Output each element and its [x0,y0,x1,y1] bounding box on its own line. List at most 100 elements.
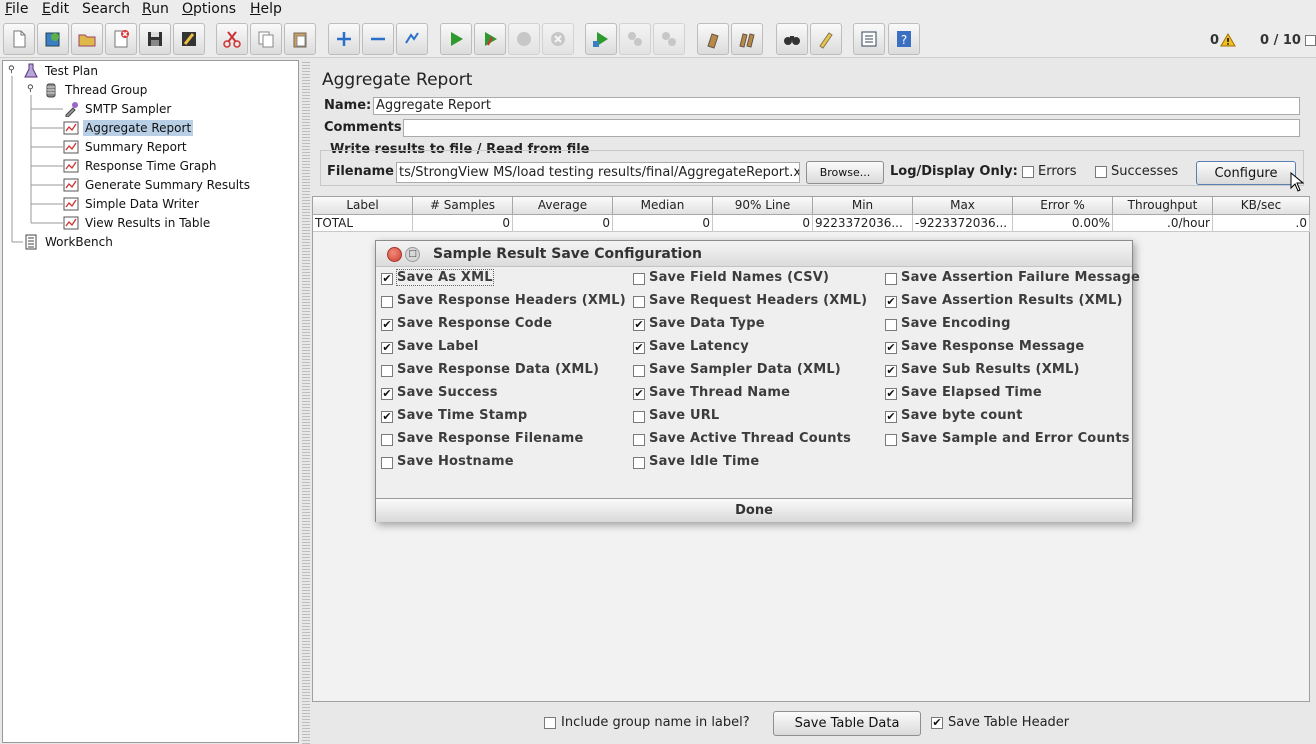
clear-all-icon[interactable] [731,23,763,55]
table-cell: 0 [713,215,813,232]
tree-node-view-results-in-table[interactable]: View Results in Table [63,214,212,232]
remote-start-icon[interactable] [585,23,617,55]
tree-node-aggregate-report[interactable]: Aggregate Report [63,119,194,137]
help-icon[interactable]: ? [888,23,920,55]
tree-label: Test Plan [45,64,98,78]
shutdown-icon[interactable] [542,23,574,55]
option-checkbox[interactable] [633,434,645,446]
option-checkbox[interactable]: ✔ [381,319,393,331]
clear-icon[interactable] [697,23,729,55]
column-header-error-pct[interactable]: Error % [1013,197,1113,215]
include-group-checkbox[interactable] [544,717,556,729]
menu-search[interactable]: Search [82,1,130,17]
successes-checkbox[interactable] [1095,166,1107,178]
start-no-pauses-icon[interactable] [474,23,506,55]
name-field[interactable]: Aggregate Report [373,97,1300,115]
option-checkbox[interactable] [885,434,897,446]
tree-node-test-plan[interactable]: Test Plan [23,62,100,80]
column-header-min[interactable]: Min [813,197,913,215]
option-checkbox[interactable] [633,273,645,285]
close-file-icon[interactable] [105,23,137,55]
remote-shutdown-icon[interactable] [653,23,685,55]
menu-edit[interactable]: Edit [42,1,69,17]
column-header-average[interactable]: Average [513,197,613,215]
maximize-icon[interactable]: □ [405,247,420,262]
tree-node-thread-group[interactable]: Thread Group [43,81,149,99]
option-checkbox[interactable]: ✔ [633,319,645,331]
tree-node-generate-summary-results[interactable]: Generate Summary Results [63,176,252,194]
cut-icon[interactable] [216,23,248,55]
option-checkbox[interactable] [633,365,645,377]
menu-file[interactable]: File [5,1,28,17]
copy-icon[interactable] [250,23,282,55]
new-icon[interactable] [3,23,35,55]
option-checkbox[interactable]: ✔ [885,388,897,400]
option-checkbox[interactable] [885,273,897,285]
filename-field[interactable]: ts/StrongView MS/load testing results/fi… [396,162,800,183]
done-button[interactable]: Done [376,498,1132,522]
close-icon[interactable] [387,247,402,262]
option-checkbox[interactable]: ✔ [885,365,897,377]
save-table-data-button[interactable]: Save Table Data [773,711,921,736]
warning-icon[interactable] [1220,33,1236,47]
errors-checkbox[interactable] [1022,166,1034,178]
save-icon[interactable] [139,23,171,55]
option-checkbox[interactable] [381,365,393,377]
option-checkbox[interactable]: ✔ [381,342,393,354]
option-checkbox[interactable]: ✔ [381,388,393,400]
filename-label: Filename [327,164,394,179]
column-header-kb-sec[interactable]: KB/sec [1213,197,1310,215]
tree-node-response-time-graph[interactable]: Response Time Graph [63,157,218,175]
start-icon[interactable] [440,23,472,55]
option-checkbox[interactable] [381,457,393,469]
option-checkbox[interactable]: ✔ [885,296,897,308]
menu-run[interactable]: Run [142,1,169,17]
save-as-icon[interactable] [173,23,205,55]
paste-icon[interactable] [284,23,316,55]
column-header-label[interactable]: Label [313,197,413,215]
option-checkbox[interactable] [633,296,645,308]
remote-stop-icon[interactable] [619,23,651,55]
templates-icon[interactable] [37,23,69,55]
option-checkbox[interactable]: ✔ [633,388,645,400]
split-pane-divider[interactable] [302,60,310,744]
menu-options[interactable]: Options [182,1,236,17]
column-header-median[interactable]: Median [613,197,713,215]
toggle-icon[interactable] [396,23,428,55]
tree-expand-handle[interactable]: ⚲ [8,66,17,75]
dialog-titlebar[interactable]: □ Sample Result Save Configuration [376,241,1132,267]
menu-help[interactable]: Help [250,1,282,17]
column-header-max[interactable]: Max [913,197,1013,215]
option-checkbox[interactable]: ✔ [381,273,393,285]
option-checkbox[interactable] [885,319,897,331]
tree-node-workbench[interactable]: WorkBench [23,233,115,251]
warning-count: 0 [1210,33,1220,48]
option-checkbox[interactable] [633,457,645,469]
expand-all-icon[interactable] [328,23,360,55]
browse-button[interactable]: Browse... [806,161,884,184]
tree-node-summary-report[interactable]: Summary Report [63,138,189,156]
save-table-header-checkbox[interactable]: ✔ [931,717,943,729]
option-checkbox[interactable]: ✔ [885,411,897,423]
comments-field[interactable] [403,119,1300,137]
open-icon[interactable] [71,23,103,55]
function-helper-icon[interactable] [853,23,885,55]
option-checkbox[interactable]: ✔ [633,342,645,354]
tree-node-smtp-sampler[interactable]: SMTP Sampler [63,100,173,118]
search-icon[interactable] [776,23,808,55]
option-checkbox[interactable]: ✔ [381,411,393,423]
column-header-samples[interactable]: # Samples [413,197,513,215]
option-checkbox[interactable] [633,411,645,423]
column-header-throughput[interactable]: Throughput [1113,197,1213,215]
name-label: Name: [324,98,372,113]
tree-expand-handle[interactable]: ⚲ [27,85,36,94]
collapse-all-icon[interactable] [362,23,394,55]
option-checkbox[interactable]: ✔ [885,342,897,354]
option-checkbox[interactable] [381,434,393,446]
column-header-90-line[interactable]: 90% Line [713,197,813,215]
stop-icon[interactable] [508,23,540,55]
tree-node-simple-data-writer[interactable]: Simple Data Writer [63,195,201,213]
configure-button[interactable]: Configure [1196,161,1296,185]
option-checkbox[interactable] [381,296,393,308]
reset-search-icon[interactable] [810,23,842,55]
